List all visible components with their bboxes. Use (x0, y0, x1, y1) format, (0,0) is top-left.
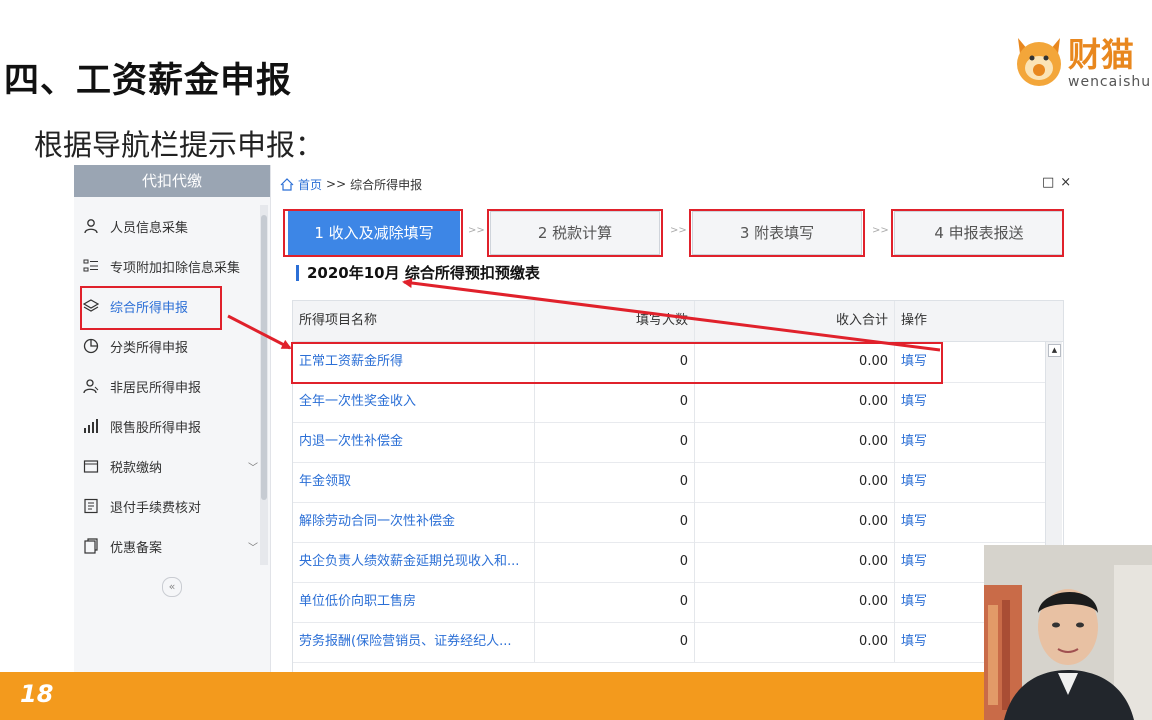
arrow-to-title (402, 278, 941, 352)
page-number: 18 (20, 680, 54, 708)
slide-footer (0, 672, 1152, 720)
presenter-webcam (984, 545, 1152, 720)
arrow-to-row (227, 314, 292, 350)
annotation-arrows (227, 278, 941, 352)
presenter-image (984, 545, 1152, 720)
